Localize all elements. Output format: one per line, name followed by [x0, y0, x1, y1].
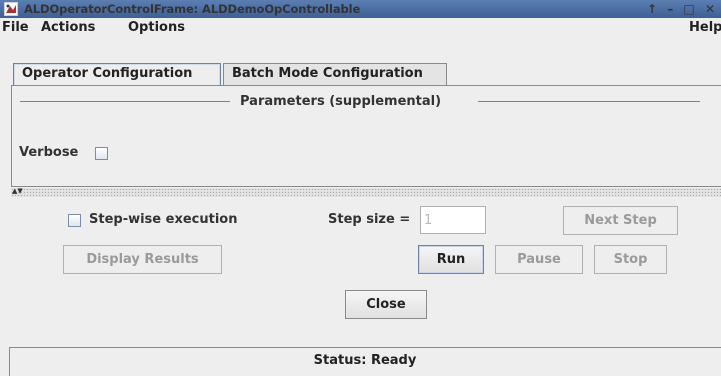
minimize-icon[interactable]: –	[667, 2, 673, 16]
border-line	[478, 101, 700, 102]
tab-batch-mode-configuration[interactable]: Batch Mode Configuration	[223, 63, 447, 85]
maximize-icon[interactable]: □	[683, 2, 694, 16]
display-results-button[interactable]: Display Results	[63, 245, 222, 274]
tab-operator-configuration[interactable]: Operator Configuration	[13, 63, 221, 86]
menu-bar	[0, 18, 721, 38]
next-step-button[interactable]: Next Step	[563, 206, 678, 235]
divider-arrows-icon[interactable]: ▲▼	[12, 188, 23, 195]
stepwise-checkbox[interactable]	[68, 214, 81, 227]
pause-button[interactable]: Pause	[495, 245, 583, 274]
status-text: Status: Ready	[313, 353, 417, 368]
close-icon[interactable]: ✕	[705, 2, 715, 16]
verbose-label: Verbose	[19, 145, 79, 160]
menu-file[interactable]: File	[2, 18, 29, 38]
step-size-label: Step size =	[328, 212, 411, 227]
split-divider[interactable]	[11, 188, 721, 197]
menu-help[interactable]: Help	[689, 18, 721, 38]
window-title: ALDOperatorControlFrame: ALDDemoOpContro…	[24, 2, 361, 16]
window-controls: ↑ – □ ✕	[641, 0, 715, 18]
menu-options[interactable]: Options	[128, 18, 185, 38]
run-button[interactable]: Run	[418, 245, 484, 274]
menu-actions[interactable]: Actions	[41, 18, 95, 38]
close-button[interactable]: Close	[345, 290, 427, 319]
stepwise-label: Step-wise execution	[89, 212, 238, 227]
stop-button[interactable]: Stop	[594, 245, 667, 274]
verbose-checkbox[interactable]	[95, 147, 108, 160]
step-size-input[interactable]	[420, 206, 486, 234]
parameters-title: Parameters (supplemental)	[240, 94, 442, 109]
window-up-icon[interactable]: ↑	[647, 2, 657, 16]
border-line	[20, 101, 230, 102]
app-icon	[4, 2, 18, 16]
